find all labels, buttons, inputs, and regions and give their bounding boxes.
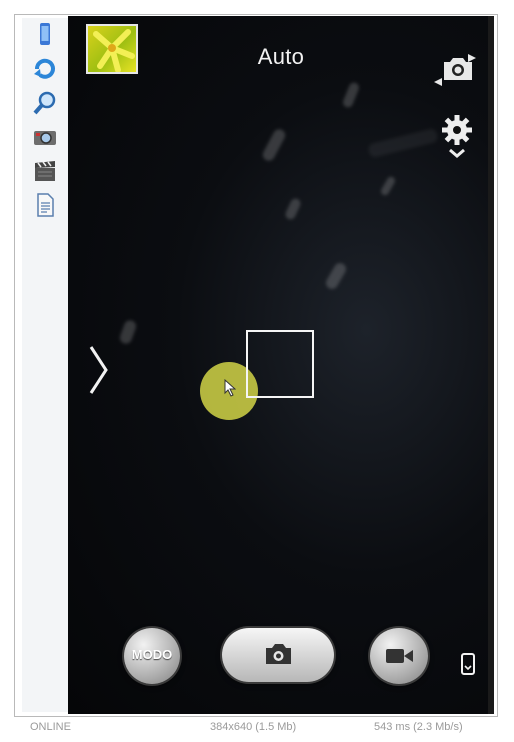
bokeh-light: [323, 260, 349, 292]
bokeh-light: [260, 127, 288, 163]
settings-gear-icon[interactable]: [440, 112, 474, 166]
bokeh-light: [379, 175, 397, 197]
mouse-pointer-icon: [224, 378, 237, 397]
camera-icon: [266, 644, 291, 664]
screen-edge: [488, 16, 494, 714]
rotate-icon[interactable]: [32, 56, 58, 82]
bokeh-light: [283, 196, 303, 222]
resolution-info: 384x640 (1.5 Mb): [210, 721, 297, 733]
video-record-icon[interactable]: [32, 158, 58, 184]
latency-info: 543 ms (2.3 Mb/s): [374, 721, 463, 733]
chevron-right-icon[interactable]: [88, 344, 110, 396]
left-toolbar: [22, 18, 69, 712]
video-camera-icon: [386, 649, 413, 663]
camera-viewfinder[interactable]: Auto MODO: [68, 16, 494, 714]
shutter-button[interactable]: [222, 628, 334, 682]
screenshot-icon[interactable]: [32, 124, 58, 150]
bokeh-light: [367, 127, 439, 159]
record-video-button[interactable]: [370, 628, 428, 684]
document-icon[interactable]: [32, 192, 58, 218]
screen-rotation-icon[interactable]: [460, 652, 476, 676]
camera-mode-label: Auto: [257, 44, 305, 69]
focus-frame: [246, 330, 314, 398]
mode-button-label: MODO: [131, 647, 173, 662]
mode-button[interactable]: MODO: [124, 628, 180, 684]
status-bar: ONLINE 384x640 (1.5 Mb) 543 ms (2.3 Mb/s…: [22, 716, 494, 738]
bokeh-light: [341, 81, 361, 109]
zoom-icon[interactable]: [32, 90, 58, 116]
bokeh-light: [118, 318, 138, 346]
switch-camera-icon[interactable]: [432, 48, 478, 88]
device-icon[interactable]: [32, 22, 58, 48]
connection-status: ONLINE: [30, 721, 71, 733]
